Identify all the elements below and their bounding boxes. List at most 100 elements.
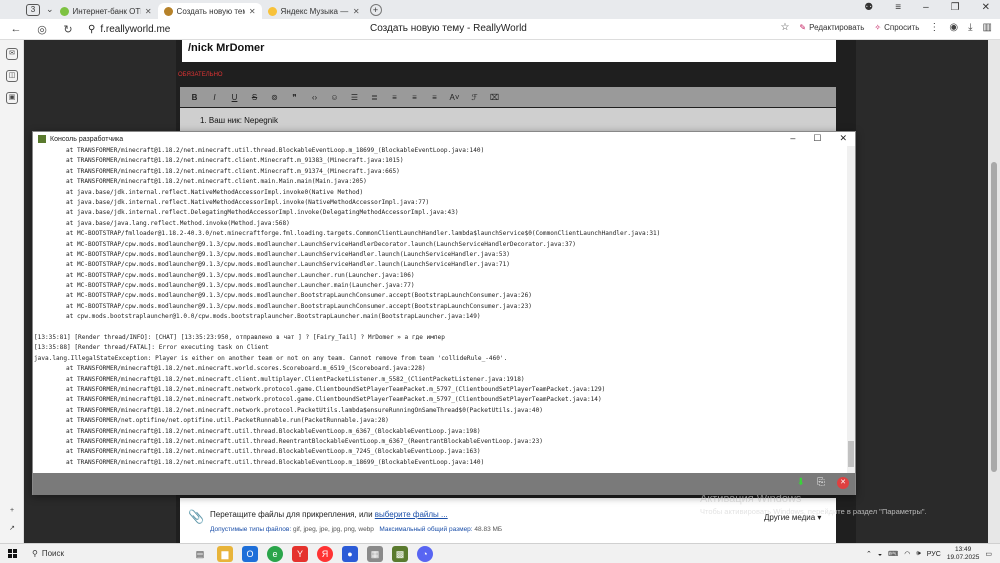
console-log-line: at MC-BOOTSTRAP/cpw.mods.modlauncher@9.1… [66, 271, 415, 279]
tray-app-icon[interactable]: ◒ [878, 551, 882, 558]
attach-log-icon[interactable]: ⎘ [817, 477, 825, 489]
menu-icon[interactable]: ≡ [895, 2, 901, 13]
drop-files-text: Перетащите файлы для прикрепления, или в… [210, 510, 448, 519]
align-left-icon[interactable]: ≡ [388, 93, 401, 102]
restore-icon[interactable]: ❐ [951, 2, 960, 13]
notifications-icon[interactable]: ▭ [985, 550, 992, 558]
console-close-icon[interactable]: ✕ [839, 133, 847, 144]
allowed-types-label: Допустимые типы файлов: [210, 526, 292, 533]
console-log-line: at TRANSFORMER/minecraft@1.18.2/net.mine… [66, 406, 543, 414]
sidebar-add-icon[interactable]: + [6, 506, 18, 518]
edge-icon[interactable]: e [267, 545, 283, 562]
close-tab-icon[interactable]: ✕ [353, 7, 360, 16]
emoji-icon[interactable]: ☺ [328, 93, 341, 102]
align-center-icon[interactable]: ≡ [408, 93, 421, 102]
sidebar-images-icon[interactable]: ▣ [6, 92, 18, 104]
network-icon[interactable]: ⌨ [888, 550, 898, 558]
browser-sidebar: ✉ ◫ ▣ + ↗ [0, 40, 24, 543]
bookmark-icon[interactable]: ☆ [780, 22, 789, 33]
console-command-input[interactable] [33, 473, 793, 495]
page-scrollbar[interactable] [988, 40, 1000, 543]
discord-icon[interactable]: ◔ [417, 545, 433, 562]
console-minimize-icon[interactable]: – [790, 133, 795, 144]
underline-icon[interactable]: U [228, 93, 241, 102]
app-icon[interactable]: ● [342, 545, 358, 562]
console-log[interactable]: at TRANSFORMER/minecraft@1.18.2/net.mine… [33, 146, 847, 473]
wifi-icon[interactable]: ◠ [904, 550, 910, 558]
volume-icon[interactable]: 🕪 [916, 550, 920, 558]
choose-files-link[interactable]: выберите файлы ... [375, 510, 448, 519]
tab-create-topic[interactable]: Создать новую тему - ✕ [157, 3, 262, 19]
console-log-line: at TRANSFORMER/minecraft@1.18.2/net.mine… [66, 385, 606, 393]
quote-icon[interactable]: ❞ [288, 93, 301, 102]
show-hidden-icons-icon[interactable]: ⌃ [866, 550, 872, 558]
language-indicator[interactable]: РУС [927, 551, 941, 558]
tab-list-dropdown[interactable]: ⌄ [46, 4, 54, 15]
ask-button[interactable]: ✧ Спросить [874, 23, 919, 32]
align-right-icon[interactable]: ≡ [428, 93, 441, 102]
yandex-music-icon [267, 6, 277, 16]
console-scrollbar-thumb[interactable] [848, 441, 854, 467]
clear-console-icon[interactable]: ✕ [837, 477, 849, 489]
downloads-icon[interactable]: ⤓ [968, 22, 972, 33]
site-settings-icon[interactable]: ⚲ [88, 24, 95, 35]
clear-format-icon[interactable]: ⌧ [488, 93, 501, 102]
console-log-line: java.lang.IllegalStateException: Player … [34, 354, 508, 362]
windows-activation-watermark: Активация Windows Чтобы активировать Win… [700, 493, 927, 516]
console-log-line: at TRANSFORMER/minecraft@1.18.2/net.mine… [66, 147, 485, 154]
file-explorer-icon[interactable]: ▆ [217, 545, 233, 562]
font-size-icon[interactable]: A˅ [448, 93, 461, 102]
sidebar-settings-icon[interactable]: ↗ [6, 524, 18, 536]
console-scrollbar[interactable] [847, 146, 855, 473]
topic-title-input[interactable]: /nick MrDomer [182, 40, 836, 62]
console-log-line: at TRANSFORMER/minecraft@1.18.2/net.mine… [66, 458, 485, 466]
close-tab-icon[interactable]: ✕ [145, 7, 152, 16]
console-log-line: at TRANSFORMER/minecraft@1.18.2/net.mine… [66, 396, 602, 404]
sidebar-toggle-icon[interactable]: ▥ [983, 22, 992, 33]
editor-text-line: 1. Ваш ник: Nepegnik [200, 116, 278, 125]
numbered-list-icon[interactable]: ≣ [368, 93, 381, 102]
new-tab-button[interactable]: + [369, 3, 382, 16]
reload-icon[interactable]: ↻ [58, 23, 78, 36]
taskbar-search[interactable]: ⚲ Поиск [32, 549, 162, 558]
tab-count-badge[interactable]: 3 [26, 3, 40, 16]
console-log-line: at MC-BOOTSTRAP/cpw.mods.modlauncher@9.1… [66, 292, 532, 300]
taskbar-clock[interactable]: 13:49 19.07.2025 [947, 546, 980, 562]
strikethrough-icon[interactable]: S [248, 93, 261, 102]
task-view-icon[interactable]: ▤ [192, 546, 208, 562]
start-button[interactable] [8, 548, 18, 559]
console-log-line: at TRANSFORMER/net.optifine/net.optifine… [66, 417, 389, 425]
edit-button[interactable]: ✎ Редактировать [799, 23, 864, 32]
outlook-icon[interactable]: O [242, 545, 258, 562]
sidebar-messenger-icon[interactable]: ✉ [6, 48, 18, 60]
close-tab-icon[interactable]: ✕ [249, 7, 256, 16]
alice-icon[interactable]: ◉ [949, 22, 958, 33]
minecraft-launcher-icon[interactable]: ▩ [392, 545, 408, 562]
console-log-line: at cpw.mods.bootstraplauncher@1.0.0/cpw.… [66, 313, 481, 321]
bold-icon[interactable]: B [188, 93, 201, 102]
download-log-icon[interactable]: ⬇ [797, 477, 805, 489]
code-icon[interactable]: ‹› [308, 93, 321, 102]
extensions-icon[interactable]: ⚉ [864, 2, 873, 13]
tab-yandex-music[interactable]: Яндекс Музыка — собир ✕ [262, 3, 366, 19]
italic-icon[interactable]: I [208, 93, 221, 102]
page-scrollbar-thumb[interactable] [991, 162, 997, 472]
bullet-list-icon[interactable]: ☰ [348, 93, 361, 102]
back-icon[interactable]: ← [6, 23, 26, 35]
console-maximize-icon[interactable]: ☐ [813, 133, 821, 144]
protect-icon[interactable]: ◎ [32, 23, 52, 36]
allowed-types-value: gif, jpeg, jpe, jpg, png, webp [291, 526, 374, 533]
console-titlebar[interactable]: Консоль разработчика – ☐ ✕ [33, 132, 855, 146]
files-icon[interactable]: ▦ [367, 545, 383, 562]
address-bar[interactable]: ⚲ f.reallyworld.me [88, 24, 170, 35]
minimize-icon[interactable]: – [923, 2, 929, 13]
font-family-icon[interactable]: ℱ [468, 93, 481, 102]
yandex-icon[interactable]: Я [317, 545, 333, 562]
search-label: Поиск [41, 549, 65, 558]
close-window-icon[interactable]: ✕ [982, 2, 990, 13]
tab-otp-bank[interactable]: Интернет-банк ОТП Бан ✕ [54, 3, 158, 19]
sidebar-games-icon[interactable]: ◫ [6, 70, 18, 82]
more-icon[interactable]: ⋮ [929, 22, 939, 33]
yandex-browser-icon[interactable]: Y [292, 545, 308, 562]
spoiler-icon[interactable]: ⊚ [268, 93, 281, 102]
